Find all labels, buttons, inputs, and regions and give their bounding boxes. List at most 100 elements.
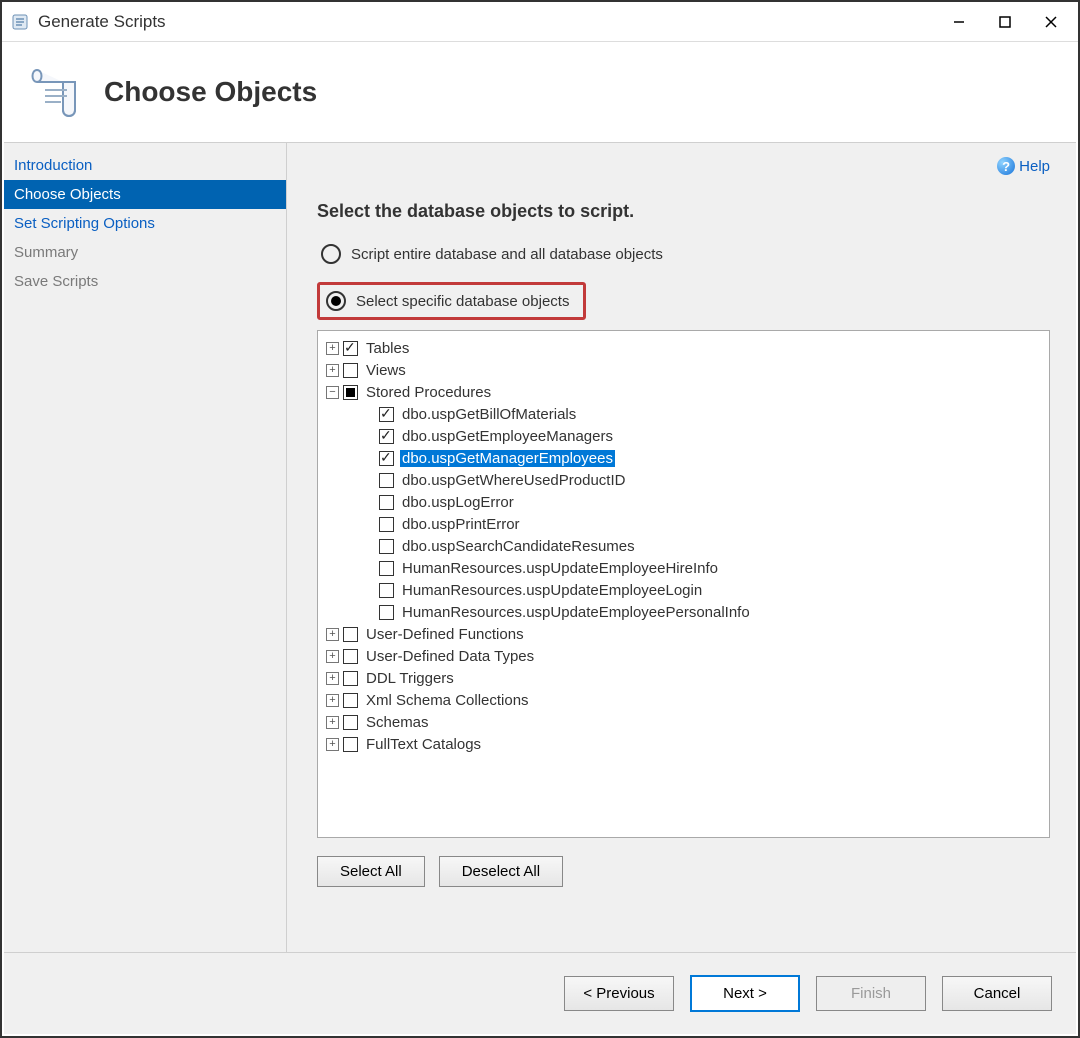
radio-icon [326, 291, 346, 311]
checkbox[interactable] [379, 605, 394, 620]
checkbox[interactable] [343, 693, 358, 708]
tree-row[interactable]: + FullText Catalogs [322, 733, 1045, 755]
titlebar: Generate Scripts [2, 2, 1078, 42]
tree-row[interactable]: dbo.uspGetWhereUsedProductID [322, 469, 1045, 491]
tree-row[interactable]: + Views [322, 359, 1045, 381]
main-panel: ? Help Select the database objects to sc… [287, 143, 1076, 952]
sidebar: IntroductionChoose ObjectsSet Scripting … [4, 143, 287, 952]
close-button[interactable] [1028, 4, 1074, 40]
script-scroll-icon [22, 57, 92, 127]
expander-spacer [362, 562, 375, 575]
tree-row[interactable]: dbo.uspLogError [322, 491, 1045, 513]
select-all-button[interactable]: Select All [317, 856, 425, 887]
cancel-button[interactable]: Cancel [942, 976, 1052, 1011]
checkbox[interactable] [379, 407, 394, 422]
tree-item-label[interactable]: Views [364, 362, 408, 379]
object-tree[interactable]: + Tables + Views − Stored Procedures dbo.uspGe… [317, 330, 1050, 838]
tree-row[interactable]: + Tables [322, 337, 1045, 359]
checkbox[interactable] [343, 737, 358, 752]
checkbox[interactable] [343, 627, 358, 642]
tree-item-label[interactable]: dbo.uspPrintError [400, 516, 522, 533]
tree-row[interactable]: HumanResources.uspUpdateEmployeeLogin [322, 579, 1045, 601]
tree-row[interactable]: dbo.uspSearchCandidateResumes [322, 535, 1045, 557]
tree-item-label[interactable]: HumanResources.uspUpdateEmployeeLogin [400, 582, 704, 599]
sidebar-item-set-scripting-options[interactable]: Set Scripting Options [4, 209, 286, 238]
expand-icon[interactable]: + [326, 672, 339, 685]
window-title: Generate Scripts [38, 12, 166, 32]
expander-spacer [362, 606, 375, 619]
sidebar-item-introduction[interactable]: Introduction [4, 151, 286, 180]
next-button[interactable]: Next > [690, 975, 800, 1012]
checkbox[interactable] [379, 495, 394, 510]
checkbox[interactable] [343, 671, 358, 686]
collapse-icon[interactable]: − [326, 386, 339, 399]
checkbox[interactable] [343, 715, 358, 730]
maximize-button[interactable] [982, 4, 1028, 40]
checkbox[interactable] [379, 429, 394, 444]
radio-script-entire[interactable]: Script entire database and all database … [321, 244, 1050, 264]
tree-item-label[interactable]: FullText Catalogs [364, 736, 483, 753]
expander-spacer [362, 452, 375, 465]
main-heading: Select the database objects to script. [317, 201, 1050, 222]
tree-item-label[interactable]: User-Defined Functions [364, 626, 526, 643]
checkbox[interactable] [379, 517, 394, 532]
help-label: Help [1019, 158, 1050, 175]
expander-spacer [362, 496, 375, 509]
tree-row[interactable]: + Xml Schema Collections [322, 689, 1045, 711]
expand-icon[interactable]: + [326, 342, 339, 355]
expand-icon[interactable]: + [326, 628, 339, 641]
checkbox[interactable] [343, 363, 358, 378]
tree-row[interactable]: HumanResources.uspUpdateEmployeePersonal… [322, 601, 1045, 623]
tree-item-label[interactable]: dbo.uspGetEmployeeManagers [400, 428, 615, 445]
wizard-footer: < Previous Next > Finish Cancel [4, 952, 1076, 1034]
expander-spacer [362, 518, 375, 531]
tree-item-label[interactable]: Stored Procedures [364, 384, 493, 401]
tree-item-label[interactable]: DDL Triggers [364, 670, 456, 687]
minimize-button[interactable] [936, 4, 982, 40]
checkbox[interactable] [379, 473, 394, 488]
sidebar-item-choose-objects[interactable]: Choose Objects [4, 180, 286, 209]
tree-row[interactable]: + Schemas [322, 711, 1045, 733]
tree-row[interactable]: dbo.uspGetManagerEmployees [322, 447, 1045, 469]
checkbox[interactable] [379, 561, 394, 576]
tree-row[interactable]: HumanResources.uspUpdateEmployeeHireInfo [322, 557, 1045, 579]
tree-row[interactable]: − Stored Procedures [322, 381, 1045, 403]
app-icon [10, 11, 32, 33]
tree-item-label[interactable]: Schemas [364, 714, 431, 731]
expand-icon[interactable]: + [326, 650, 339, 663]
tree-item-label[interactable]: dbo.uspGetWhereUsedProductID [400, 472, 627, 489]
checkbox[interactable] [343, 649, 358, 664]
tree-item-label[interactable]: Xml Schema Collections [364, 692, 531, 709]
tree-item-label[interactable]: Tables [364, 340, 411, 357]
checkbox[interactable] [343, 385, 358, 400]
expand-icon[interactable]: + [326, 364, 339, 377]
tree-item-label[interactable]: dbo.uspGetManagerEmployees [400, 450, 615, 467]
checkbox[interactable] [379, 583, 394, 598]
tree-row[interactable]: + User-Defined Data Types [322, 645, 1045, 667]
tree-row[interactable]: + DDL Triggers [322, 667, 1045, 689]
tree-row[interactable]: + User-Defined Functions [322, 623, 1045, 645]
tree-item-label[interactable]: dbo.uspGetBillOfMaterials [400, 406, 578, 423]
expand-icon[interactable]: + [326, 694, 339, 707]
tree-item-label[interactable]: dbo.uspLogError [400, 494, 516, 511]
page-header: Choose Objects [2, 42, 1078, 142]
tree-item-label[interactable]: HumanResources.uspUpdateEmployeePersonal… [400, 604, 752, 621]
tree-item-label[interactable]: HumanResources.uspUpdateEmployeeHireInfo [400, 560, 720, 577]
checkbox[interactable] [379, 451, 394, 466]
tree-item-label[interactable]: dbo.uspSearchCandidateResumes [400, 538, 637, 555]
tree-row[interactable]: dbo.uspPrintError [322, 513, 1045, 535]
expand-icon[interactable]: + [326, 716, 339, 729]
checkbox[interactable] [379, 539, 394, 554]
expand-icon[interactable]: + [326, 738, 339, 751]
tree-row[interactable]: dbo.uspGetBillOfMaterials [322, 403, 1045, 425]
deselect-all-button[interactable]: Deselect All [439, 856, 563, 887]
radio-select-specific[interactable]: Select specific database objects [317, 282, 586, 320]
checkbox[interactable] [343, 341, 358, 356]
previous-button[interactable]: < Previous [564, 976, 674, 1011]
tree-item-label[interactable]: User-Defined Data Types [364, 648, 536, 665]
help-link[interactable]: ? Help [997, 157, 1050, 175]
help-icon: ? [997, 157, 1015, 175]
radio-label: Select specific database objects [356, 293, 569, 310]
expander-spacer [362, 584, 375, 597]
tree-row[interactable]: dbo.uspGetEmployeeManagers [322, 425, 1045, 447]
